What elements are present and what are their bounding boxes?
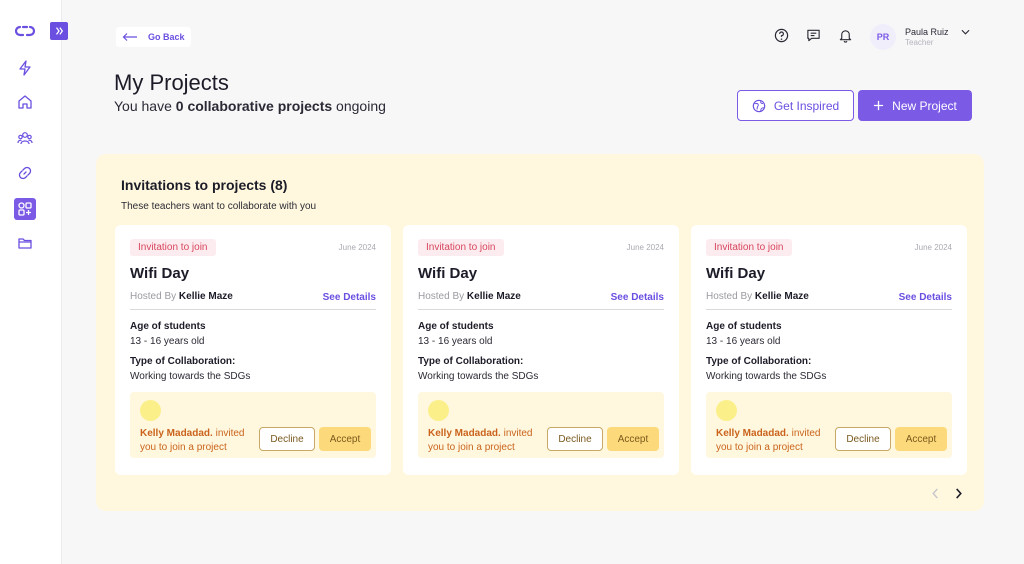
collab-type-value: Working towards the SDGs — [418, 371, 539, 382]
collab-type-label: Type of Collaboration: — [706, 356, 812, 367]
accept-button[interactable]: Accept — [319, 427, 371, 451]
see-details-link[interactable]: See Details — [323, 292, 376, 303]
hosted-by: Hosted By Kellie Maze — [418, 291, 521, 302]
avatar: PR — [870, 24, 896, 50]
user-menu[interactable]: PR Paula Ruiz Teacher — [870, 24, 970, 50]
age-label: Age of students — [418, 321, 494, 332]
sidebar — [0, 0, 68, 564]
chevron-down-icon — [961, 29, 970, 35]
invitations-title: Invitations to projects (8) — [121, 177, 288, 193]
invitation-tag: Invitation to join — [418, 239, 504, 256]
carousel-pager — [930, 488, 964, 499]
go-back-button[interactable]: Go Back — [116, 27, 191, 47]
age-value: 13 - 16 years old — [130, 336, 205, 347]
divider — [706, 309, 952, 310]
accept-button[interactable]: Accept — [607, 427, 659, 451]
sidebar-item-home[interactable] — [14, 91, 36, 113]
chat-icon[interactable] — [806, 28, 821, 43]
decline-button[interactable]: Decline — [259, 427, 315, 451]
invite-box: Kelly Madadad. invited you to join a proj… — [706, 392, 952, 458]
globe-icon — [752, 99, 766, 112]
user-name: Paula Ruiz — [905, 26, 949, 37]
plus-icon — [874, 100, 884, 111]
host-name: Kellie Maze — [754, 291, 809, 302]
project-date: June 2024 — [626, 243, 664, 252]
logo-icon[interactable] — [14, 24, 36, 38]
project-date: June 2024 — [914, 243, 952, 252]
arrow-left-icon — [122, 33, 137, 41]
decline-button[interactable]: Decline — [547, 427, 603, 451]
invitation-card: Invitation to join June 2024 Wifi Day Ho… — [691, 225, 967, 475]
folder-icon — [18, 238, 32, 249]
invite-box: Kelly Madadad. invited you to join a proj… — [418, 392, 664, 458]
chevrons-right-icon — [56, 27, 64, 35]
home-icon — [18, 95, 32, 109]
inviter-avatar — [428, 400, 449, 421]
collab-type-label: Type of Collaboration: — [418, 356, 524, 367]
see-details-link[interactable]: See Details — [611, 292, 664, 303]
invitation-tag: Invitation to join — [706, 239, 792, 256]
header-actions — [774, 28, 853, 43]
divider — [418, 309, 664, 310]
invitation-card: Invitation to join June 2024 Wifi Day Ho… — [115, 225, 391, 475]
lightning-icon — [19, 60, 31, 76]
host-name: Kellie Maze — [178, 291, 233, 302]
help-icon[interactable] — [774, 28, 789, 43]
project-title: Wifi Day — [418, 265, 478, 282]
invite-message: Kelly Madadad. invited you to join a proj… — [428, 428, 533, 453]
inviter-avatar — [140, 400, 161, 421]
page-subtitle: You have 0 collaborative projects ongoin… — [114, 98, 386, 114]
age-label: Age of students — [130, 321, 206, 332]
new-project-button[interactable]: New Project — [858, 90, 972, 121]
age-value: 13 - 16 years old — [418, 336, 493, 347]
chevron-left-icon[interactable] — [930, 488, 941, 499]
invitations-panel: Invitations to projects (8) These teache… — [96, 154, 984, 511]
invitations-subtitle: These teachers want to collaborate with … — [121, 201, 317, 212]
chevron-right-icon[interactable] — [953, 488, 964, 499]
expand-sidebar-button[interactable] — [50, 22, 68, 40]
sidebar-item-community[interactable] — [14, 127, 36, 149]
see-details-link[interactable]: See Details — [899, 292, 952, 303]
host-name: Kellie Maze — [466, 291, 521, 302]
inviter-avatar — [716, 400, 737, 421]
accept-button[interactable]: Accept — [895, 427, 947, 451]
divider — [130, 309, 376, 310]
projects-icon — [18, 202, 32, 216]
project-date: June 2024 — [338, 243, 376, 252]
sidebar-item-activity[interactable] — [14, 57, 36, 79]
get-inspired-button[interactable]: Get Inspired — [737, 90, 854, 121]
project-title: Wifi Day — [706, 265, 766, 282]
sidebar-item-files[interactable] — [14, 232, 36, 254]
users-icon — [17, 132, 33, 145]
go-back-label: Go Back — [148, 32, 185, 42]
invite-box: Kelly Madadad. invited you to join a proj… — [130, 392, 376, 458]
decline-button[interactable]: Decline — [835, 427, 891, 451]
collab-type-label: Type of Collaboration: — [130, 356, 236, 367]
user-role: Teacher — [905, 37, 934, 47]
age-value: 13 - 16 years old — [706, 336, 781, 347]
collab-type-value: Working towards the SDGs — [706, 371, 827, 382]
invitation-tag: Invitation to join — [130, 239, 216, 256]
bell-icon[interactable] — [838, 28, 853, 43]
collab-type-value: Working towards the SDGs — [130, 371, 251, 382]
project-title: Wifi Day — [130, 265, 190, 282]
age-label: Age of students — [706, 321, 782, 332]
sidebar-item-links[interactable] — [14, 162, 36, 184]
invite-message: Kelly Madadad. invited you to join a proj… — [716, 428, 821, 453]
sidebar-item-projects[interactable] — [14, 198, 36, 220]
page-title: My Projects — [114, 70, 229, 95]
invite-message: Kelly Madadad. invited you to join a proj… — [140, 428, 245, 453]
invitation-card: Invitation to join June 2024 Wifi Day Ho… — [403, 225, 679, 475]
hosted-by: Hosted By Kellie Maze — [130, 291, 233, 302]
new-project-label: New Project — [892, 98, 957, 113]
link-icon — [18, 166, 32, 180]
hosted-by: Hosted By Kellie Maze — [706, 291, 809, 302]
get-inspired-label: Get Inspired — [773, 98, 840, 113]
